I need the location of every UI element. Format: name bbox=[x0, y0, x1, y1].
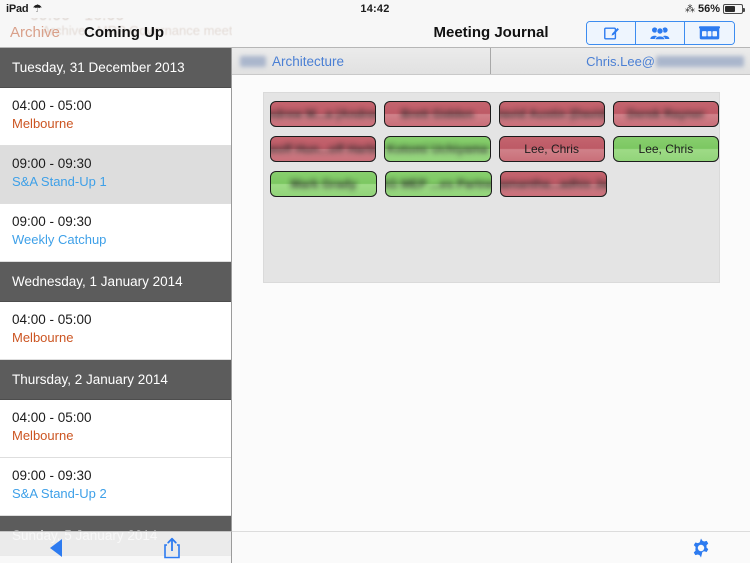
list-item[interactable]: 04:00 - 05:00 Melbourne bbox=[0, 88, 231, 146]
battery-icon bbox=[723, 4, 745, 14]
back-button[interactable] bbox=[50, 538, 63, 557]
right-navigation-bar: Meeting Journal bbox=[232, 18, 750, 48]
list-item[interactable]: 04:00 - 05:00 Melbourne bbox=[0, 302, 231, 360]
attendee-name: Geoff Hun...off Harbin bbox=[270, 142, 375, 156]
share-icon bbox=[163, 537, 180, 558]
meeting-journal-content: Architecture Chris.Lee@ Andrew M...a (An… bbox=[232, 48, 750, 563]
attendee-tag[interactable]: Geoff Hun...off Harbin bbox=[270, 136, 377, 162]
attendee-name: Derek Rayner bbox=[627, 107, 705, 121]
left-bottom-toolbar bbox=[0, 531, 232, 563]
attendee-name: Lee, Chris bbox=[524, 142, 579, 156]
device-label: iPad bbox=[6, 3, 29, 15]
attendee-name: David Austin (David) bbox=[498, 107, 605, 121]
event-time: 04:00 - 05:00 bbox=[12, 410, 92, 425]
attendee-name: Kotomi Uchiyama bbox=[386, 142, 489, 156]
event-time: 04:00 - 05:00 bbox=[12, 98, 92, 113]
attendees-button[interactable] bbox=[636, 22, 685, 44]
list-item[interactable]: 09:00 - 09:30 Weekly Catchup bbox=[0, 204, 231, 262]
attendee-tag[interactable]: Brett Gidden bbox=[384, 101, 491, 127]
breadcrumb-email-label: Chris.Lee@ bbox=[586, 53, 655, 69]
wifi-icon: ☂ bbox=[32, 2, 43, 15]
event-time: 09:00 - 09:30 bbox=[12, 468, 92, 483]
event-title: S&A Stand-Up 2 bbox=[12, 486, 107, 501]
page-title: Meeting Journal bbox=[433, 24, 549, 41]
date-header: Tuesday, 31 December 2013 bbox=[0, 48, 231, 88]
share-button[interactable] bbox=[163, 537, 181, 559]
status-bar-right: ⁂ 56% bbox=[550, 3, 750, 15]
room-button[interactable] bbox=[685, 22, 734, 44]
attendee-tag-panel: Andrew M...a (Andrew) Brett Gidden David… bbox=[263, 92, 720, 283]
back-triangle-icon bbox=[50, 538, 63, 557]
breadcrumb-item-email[interactable]: Chris.Lee@ bbox=[491, 48, 750, 74]
breadcrumb-label: Architecture bbox=[272, 53, 345, 69]
list-item[interactable]: 04:00 - 05:00 Melbourne bbox=[0, 400, 231, 458]
date-header: Thursday, 2 January 2014 bbox=[0, 360, 231, 400]
battery-percent-label: 56% bbox=[697, 3, 720, 15]
segmented-control[interactable] bbox=[586, 21, 735, 45]
event-title: Melbourne bbox=[12, 116, 74, 131]
attendee-tag[interactable]: Lee, Chris bbox=[498, 136, 605, 162]
attendee-tag[interactable]: Derek Rayner bbox=[612, 101, 719, 127]
date-header: Wednesday, 1 January 2014 bbox=[0, 262, 231, 302]
presentation-icon bbox=[699, 26, 720, 40]
event-time: 09:00 - 09:30 bbox=[12, 214, 92, 229]
right-bottom-toolbar bbox=[232, 531, 750, 563]
compose-icon bbox=[603, 26, 619, 40]
event-title: Melbourne bbox=[12, 330, 74, 345]
attendee-tag[interactable]: SAG MEP ...es Partners bbox=[385, 171, 492, 197]
event-title: Weekly Catchup bbox=[12, 232, 107, 247]
attendee-tag[interactable]: Mark Grady bbox=[270, 171, 377, 197]
attendee-tag-row: Andrew M...a (Andrew) Brett Gidden David… bbox=[270, 101, 719, 127]
event-time: 04:00 - 05:00 bbox=[12, 312, 92, 327]
attendee-tag-row: Geoff Hun...off Harbin Kotomi Uchiyama L… bbox=[270, 136, 719, 162]
breadcrumb: Architecture Chris.Lee@ bbox=[232, 48, 750, 75]
people-icon bbox=[650, 27, 670, 41]
compose-button[interactable] bbox=[587, 22, 636, 44]
agenda-sidebar[interactable]: Tuesday, 31 December 2013 04:00 - 05:00 … bbox=[0, 48, 232, 563]
archive-back-button[interactable]: Archive bbox=[0, 24, 60, 41]
attendee-tag[interactable]: Andrew M...a (Andrew) bbox=[270, 101, 377, 127]
attendee-name: Lee, Chris bbox=[638, 142, 694, 156]
status-bar: iPad ☂ 14:42 ⁂ 56% bbox=[0, 0, 750, 18]
event-title: Melbourne bbox=[12, 428, 74, 443]
attendee-tag[interactable]: Kotomi Uchiyama bbox=[384, 136, 491, 162]
settings-button[interactable] bbox=[690, 537, 712, 559]
attendee-name: Andrew M...a (Andrew) bbox=[271, 107, 375, 121]
redacted-domain bbox=[656, 55, 744, 67]
list-item[interactable]: 09:00 - 09:30 S&A Stand-Up 2 bbox=[0, 458, 231, 516]
attendee-name: Mark Grady bbox=[290, 177, 357, 191]
attendee-tag[interactable]: David Austin (David) bbox=[498, 101, 605, 127]
coming-up-title: Coming Up bbox=[84, 24, 165, 41]
left-navigation-bar: 09:00 - 16:00 Archive - MRP Governance m… bbox=[0, 18, 232, 48]
attendee-tag[interactable]: Samantha...adhis Jay bbox=[500, 171, 607, 197]
status-bar-left: iPad ☂ bbox=[0, 3, 200, 15]
breadcrumb-item-architecture[interactable]: Architecture bbox=[232, 48, 491, 74]
status-bar-time: 14:42 bbox=[360, 3, 390, 15]
attendee-tag[interactable]: Lee, Chris bbox=[612, 136, 719, 162]
attendee-name: Samantha...adhis Jay bbox=[500, 177, 606, 191]
attendee-name: SAG MEP ...es Partners bbox=[386, 177, 491, 191]
event-title: S&A Stand-Up 1 bbox=[12, 174, 107, 189]
attendee-name: Brett Gidden bbox=[401, 107, 474, 121]
attendee-tag-row: Mark Grady SAG MEP ...es Partners Samant… bbox=[270, 171, 719, 197]
bluetooth-icon: ⁂ bbox=[684, 3, 695, 15]
gear-icon bbox=[693, 537, 709, 558]
event-time: 09:00 - 09:30 bbox=[12, 156, 92, 171]
list-item[interactable]: 09:00 - 09:30 S&A Stand-Up 1 bbox=[0, 146, 231, 204]
redacted-label bbox=[240, 55, 266, 67]
